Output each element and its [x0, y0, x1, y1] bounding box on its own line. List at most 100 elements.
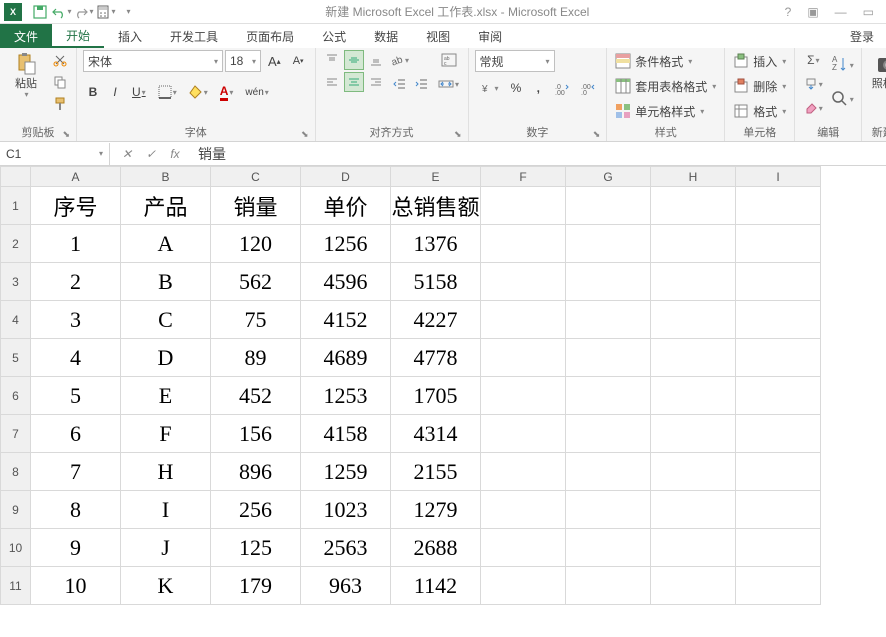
merge-center-icon[interactable]: ▾ [436, 74, 462, 94]
font-launcher-icon[interactable]: ⬊ [301, 129, 309, 140]
tab-dev[interactable]: 开发工具 [156, 24, 232, 48]
cell[interactable] [481, 263, 566, 301]
cell[interactable] [481, 225, 566, 263]
cell[interactable]: 1256 [301, 225, 391, 263]
tab-file[interactable]: 文件 [0, 24, 52, 48]
cell[interactable]: 963 [301, 567, 391, 605]
fill-color-icon[interactable]: ▾ [184, 82, 213, 102]
col-header[interactable]: G [566, 167, 651, 187]
cell[interactable] [736, 529, 821, 567]
cell[interactable]: 256 [211, 491, 301, 529]
cell[interactable] [481, 377, 566, 415]
cell[interactable]: A [121, 225, 211, 263]
cell[interactable]: 7 [31, 453, 121, 491]
col-header[interactable]: H [651, 167, 736, 187]
cell[interactable] [566, 491, 651, 529]
row-header[interactable]: 10 [1, 529, 31, 567]
cell[interactable] [736, 301, 821, 339]
cell[interactable] [566, 187, 651, 225]
cell[interactable] [566, 301, 651, 339]
col-header[interactable]: F [481, 167, 566, 187]
cell[interactable]: B [121, 263, 211, 301]
accounting-format-icon[interactable]: ¥▾ [475, 78, 504, 98]
format-cells-button[interactable]: 格式▾ [731, 100, 788, 122]
col-header[interactable]: C [211, 167, 301, 187]
cell[interactable] [481, 567, 566, 605]
formula-input[interactable]: 销量 [192, 143, 886, 165]
cell[interactable] [736, 415, 821, 453]
maximize-icon[interactable]: ▭ [859, 5, 878, 19]
row-header[interactable]: 3 [1, 263, 31, 301]
italic-button[interactable]: I [105, 82, 125, 102]
increase-decimal-icon[interactable]: .0.00 [550, 78, 574, 98]
row-header[interactable]: 1 [1, 187, 31, 225]
cell[interactable]: 4 [31, 339, 121, 377]
align-left-icon[interactable] [322, 72, 342, 92]
cell[interactable]: 序号 [31, 187, 121, 225]
row-header[interactable]: 4 [1, 301, 31, 339]
tab-layout[interactable]: 页面布局 [232, 24, 308, 48]
tab-insert[interactable]: 插入 [104, 24, 156, 48]
align-top-icon[interactable] [322, 50, 342, 70]
ribbon-display-icon[interactable]: ▣ [803, 5, 822, 19]
cell[interactable]: 1279 [391, 491, 481, 529]
tab-view[interactable]: 视图 [412, 24, 464, 48]
underline-button[interactable]: U▾ [127, 82, 151, 102]
number-launcher-icon[interactable]: ⬊ [593, 129, 601, 140]
tab-data[interactable]: 数据 [360, 24, 412, 48]
cell[interactable] [736, 263, 821, 301]
cell[interactable] [481, 339, 566, 377]
col-header[interactable]: E [391, 167, 481, 187]
cell[interactable]: 1023 [301, 491, 391, 529]
cell[interactable]: 销量 [211, 187, 301, 225]
cell[interactable]: 2563 [301, 529, 391, 567]
cell[interactable]: 4227 [391, 301, 481, 339]
cell[interactable]: I [121, 491, 211, 529]
cell[interactable] [481, 529, 566, 567]
cell[interactable]: 452 [211, 377, 301, 415]
cell[interactable] [566, 529, 651, 567]
sort-filter-icon[interactable]: AZ▾ [829, 50, 855, 80]
font-name-combo[interactable]: 宋体▾ [83, 50, 223, 72]
cell[interactable] [481, 187, 566, 225]
spreadsheet-grid[interactable]: A B C D E F G H I 1序号产品销量单价总销售额21A120125… [0, 166, 886, 637]
autosum-icon[interactable]: Σ▾ [801, 50, 825, 70]
cell[interactable]: 10 [31, 567, 121, 605]
cell[interactable]: 120 [211, 225, 301, 263]
fill-icon[interactable]: ▾ [801, 74, 825, 94]
clipboard-launcher-icon[interactable]: ⬊ [62, 129, 70, 140]
copy-icon[interactable] [50, 72, 70, 92]
cell[interactable] [736, 491, 821, 529]
cell[interactable] [736, 225, 821, 263]
cell[interactable]: 4158 [301, 415, 391, 453]
cell[interactable]: 1253 [301, 377, 391, 415]
cell[interactable]: E [121, 377, 211, 415]
undo-icon[interactable]: ▾ [52, 2, 72, 22]
insert-cells-button[interactable]: 插入▾ [731, 50, 788, 72]
row-header[interactable]: 6 [1, 377, 31, 415]
cell[interactable]: H [121, 453, 211, 491]
cell[interactable]: 1259 [301, 453, 391, 491]
cell[interactable]: 1 [31, 225, 121, 263]
camera-button[interactable]: 照相机 [868, 50, 886, 92]
align-bottom-icon[interactable] [366, 50, 386, 70]
cell[interactable]: 单价 [301, 187, 391, 225]
cut-icon[interactable] [50, 50, 70, 70]
cell[interactable]: 2688 [391, 529, 481, 567]
cell[interactable]: 2 [31, 263, 121, 301]
cell[interactable]: 产品 [121, 187, 211, 225]
cell[interactable]: 896 [211, 453, 301, 491]
cell[interactable] [481, 301, 566, 339]
cell[interactable]: 4314 [391, 415, 481, 453]
number-format-combo[interactable]: 常规▾ [475, 50, 555, 72]
cell[interactable]: 6 [31, 415, 121, 453]
cell[interactable] [566, 225, 651, 263]
paste-button[interactable]: 粘贴 ▾ [6, 50, 46, 101]
cell[interactable]: 总销售额 [391, 187, 481, 225]
bold-button[interactable]: B [83, 82, 103, 102]
cell[interactable]: 156 [211, 415, 301, 453]
row-header[interactable]: 8 [1, 453, 31, 491]
cell[interactable] [651, 187, 736, 225]
find-select-icon[interactable]: ▾ [829, 84, 855, 114]
cell[interactable]: D [121, 339, 211, 377]
